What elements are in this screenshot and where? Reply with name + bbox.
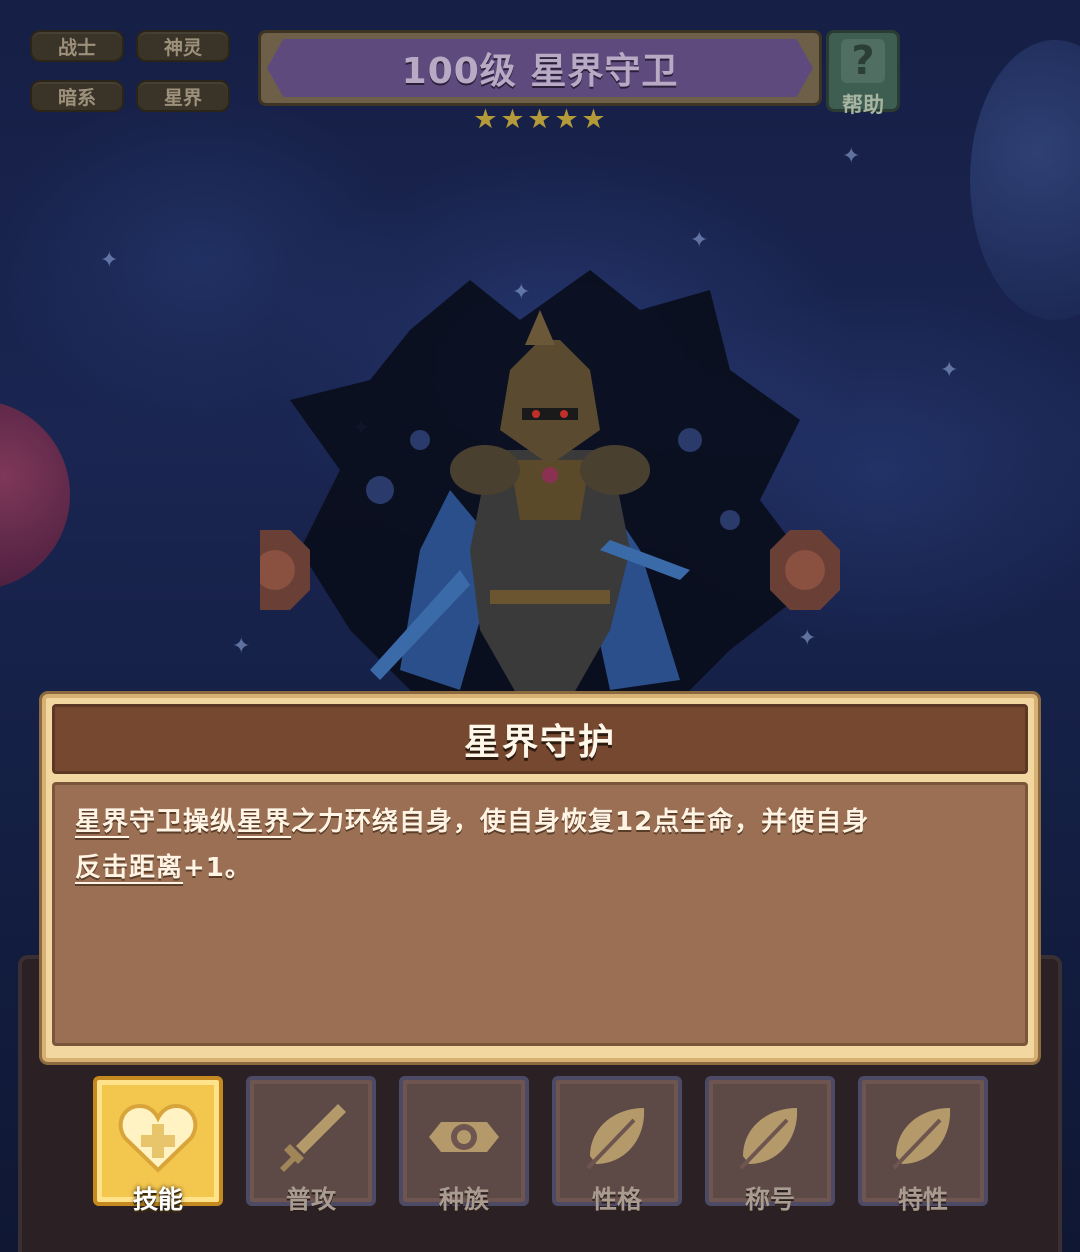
blue-planet <box>970 40 1080 320</box>
sparkle-icon: ✦ <box>842 144 861 169</box>
rank-star-icon: ★ <box>527 104 552 135</box>
tab-label: 称号 <box>744 1185 795 1214</box>
keyword-link[interactable]: 星界 <box>237 807 291 837</box>
tab-label: 性格 <box>591 1185 642 1214</box>
rank-star-icon: ★ <box>500 104 525 135</box>
tab-trait[interactable]: 特性 <box>858 1076 988 1214</box>
leaf-icon <box>739 1108 798 1170</box>
sparkle-icon: ✦ <box>232 634 251 659</box>
tag-class: 战士 <box>30 30 124 62</box>
rank-star-icon: ★ <box>554 104 579 135</box>
red-planet <box>0 400 70 590</box>
skill-dialog: 星界守护 星界守卫操纵星界之力环绕自身，使自身恢复12点生命，并使自身 反击距离+… <box>42 694 1038 1062</box>
leaf-icon <box>586 1108 645 1170</box>
race-emblem-icon <box>429 1122 499 1152</box>
tab-skill[interactable]: 技能 <box>93 1076 223 1214</box>
sword-icon <box>280 1104 346 1172</box>
skill-header: 星界守护 <box>52 704 1028 774</box>
skill-description-panel: 星界守卫操纵星界之力环绕自身，使自身恢复12点生命，并使自身 反击距离+1。 <box>52 782 1028 1046</box>
tab-normal-attack[interactable]: 普攻 <box>246 1076 376 1214</box>
tab-race[interactable]: 种族 <box>399 1076 529 1214</box>
title-banner: 100级 星界守卫 <box>258 30 822 106</box>
keyword-link[interactable]: 反击距离 <box>75 853 183 883</box>
description-text: +1。 <box>183 853 252 883</box>
tab-label: 特性 <box>897 1185 948 1214</box>
help-button[interactable]: ? 帮助 <box>826 30 900 117</box>
left-shield-orb <box>260 530 310 610</box>
sparkle-icon: ✦ <box>100 248 119 273</box>
keyword-link[interactable]: 星界 <box>75 807 129 837</box>
tag-race: 神灵 <box>136 30 230 62</box>
sparkle-icon: ✦ <box>940 358 959 383</box>
skill-name: 星界守护 <box>463 722 616 763</box>
rank-star-icon: ★ <box>473 104 498 135</box>
description-text: 之力环绕自身，使自身恢复12点生命，并使自身 <box>291 807 870 837</box>
description-text: 守卫操纵 <box>129 807 238 837</box>
tab-label: 种族 <box>438 1185 489 1214</box>
tab-title[interactable]: 称号 <box>705 1076 835 1214</box>
heart-cross-icon <box>118 1103 198 1173</box>
sparkle-icon: ✦ <box>690 228 709 253</box>
leaf-icon <box>892 1108 951 1170</box>
star-rating: ★ ★ ★ ★ ★ <box>472 106 607 134</box>
rank-star-icon: ★ <box>581 104 606 135</box>
tag-element: 暗系 <box>30 80 124 112</box>
tab-label: 技能 <box>132 1185 183 1214</box>
tab-personality[interactable]: 性格 <box>552 1076 682 1214</box>
question-mark-icon: ? <box>841 39 885 83</box>
character-title: 100级 星界守卫 <box>401 51 679 92</box>
character-sprite <box>260 270 840 700</box>
right-shield-orb <box>770 530 840 610</box>
tab-label: 普攻 <box>285 1185 336 1214</box>
help-label: 帮助 <box>842 93 884 117</box>
tag-origin: 星界 <box>136 80 230 112</box>
skill-description: 星界守卫操纵星界之力环绕自身，使自身恢复12点生命，并使自身 反击距离+1。 <box>75 799 1005 891</box>
